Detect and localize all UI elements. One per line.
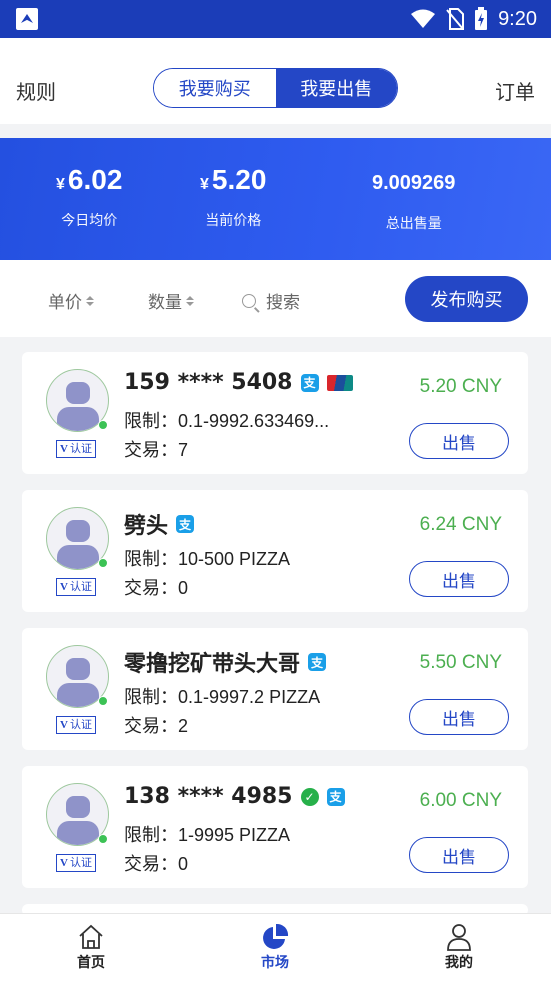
alipay-icon: 支 [308,653,327,671]
status-time: 9:20 [498,7,537,30]
online-status-dot [98,420,108,430]
trades-count: 交易：0 [124,578,189,598]
current-price-label: 当前价格 [205,213,262,229]
tab-buy[interactable]: 我要购买 [154,69,276,107]
seller-name: 劈头 支 [124,508,195,540]
sell-button[interactable]: 出售 [409,837,509,873]
search-button[interactable]: 搜索 [242,288,300,313]
list-item[interactable]: V 认证 零撸挖矿带头大哥 支 限制：0.1-9997.2 PIZZA 交易：2 … [22,628,528,750]
sort-quantity[interactable]: 数量 [148,288,194,313]
avg-price-stat: ¥6.02 今日均价 [56,164,122,230]
limit-text: 限制：1-9995 PIZZA [124,825,291,845]
sort-unit-price-label: 单价 [48,293,82,313]
user-icon [447,924,471,951]
list-item[interactable]: V 认证 劈头 支 限制：10-500 PIZZA 交易：0 6.24 CNY 出… [22,490,528,612]
sort-arrows-icon [186,295,194,306]
unit-price: 5.20 CNY [419,376,502,397]
trades-count: 交易：2 [124,716,189,736]
pie-chart-icon [263,923,289,949]
tab-home-label: 首页 [77,955,105,971]
status-bar: 9:20 [0,0,551,38]
publish-buy-button[interactable]: 发布购买 [405,276,528,322]
unit-price: 6.24 CNY [419,514,502,535]
app-notification-icon [16,8,38,30]
unit-price: 6.00 CNY [419,790,502,811]
market-stats-banner: ¥6.02 今日均价 ¥5.20 当前价格 9.009269 总出售量 [0,138,551,260]
wifi-icon [411,9,436,28]
tab-market[interactable]: 市场 [235,922,315,972]
orders-link[interactable]: 订单 [495,76,535,105]
sell-button[interactable]: 出售 [409,423,509,459]
tab-mine[interactable]: 我的 [419,922,499,972]
bottom-tab-bar: 首页 市场 我的 [0,913,551,981]
currency-symbol: ¥ [56,176,65,193]
online-status-dot [98,834,108,844]
search-icon [242,293,256,308]
limit-text: 限制：0.1-9992.633469... [124,411,330,431]
verified-badge: V 认证 [56,578,96,596]
avg-price-value: 6.02 [67,164,123,195]
alipay-icon: 支 [176,515,195,533]
unionpay-icon [326,374,353,391]
online-status-dot [98,696,108,706]
buy-sell-toggle: 我要购买 我要出售 [153,68,398,108]
home-icon [79,924,103,949]
filter-bar: 单价 数量 搜索 发布购买 [0,260,551,337]
alipay-icon: 支 [300,373,319,392]
current-price-stat: ¥5.20 当前价格 [200,164,266,230]
search-label: 搜索 [266,293,300,313]
sell-button[interactable]: 出售 [409,561,509,597]
tab-sell[interactable]: 我要出售 [275,69,397,107]
total-sold-stat: 9.009269 总出售量 [372,164,455,233]
tab-home[interactable]: 首页 [51,922,131,972]
verified-badge: V 认证 [56,716,96,734]
seller-name: 138 **** 4985 ✓ 支 [124,784,345,809]
total-sold-label: 总出售量 [385,216,442,232]
trades-count: 交易：7 [124,440,189,460]
sort-quantity-label: 数量 [148,293,182,313]
wechat-pay-icon: ✓ [300,787,319,806]
sort-arrows-icon [86,295,94,306]
verified-badge: V 认证 [56,854,96,872]
limit-text: 限制：0.1-9997.2 PIZZA [124,687,321,707]
currency-symbol: ¥ [200,176,209,193]
list-item[interactable]: V 认证 138 **** 4985 ✓ 支 限制：1-9995 PIZZA 交易… [22,766,528,888]
no-sim-icon [446,8,465,30]
total-sold-value: 9.009269 [372,172,456,194]
trades-count: 交易：0 [124,854,189,874]
current-price-value: 5.20 [211,164,267,195]
alipay-icon: 支 [326,787,345,806]
avg-price-label: 今日均价 [61,213,118,229]
seller-name: 零撸挖矿带头大哥 支 [124,646,327,678]
limit-text: 限制：10-500 PIZZA [124,549,291,569]
battery-charging-icon [475,7,488,30]
seller-name: 159 **** 5408 支 [124,370,353,395]
tab-mine-label: 我的 [445,955,473,971]
verified-badge: V 认证 [56,440,96,458]
sort-unit-price[interactable]: 单价 [48,288,94,313]
top-navigation: 规则 我要购买 我要出售 订单 [0,38,551,124]
unit-price: 5.50 CNY [419,652,502,673]
sell-button[interactable]: 出售 [409,699,509,735]
online-status-dot [98,558,108,568]
list-item[interactable]: V 认证 159 **** 5408 支 限制：0.1-9992.633469..… [22,352,528,474]
rules-link[interactable]: 规则 [16,76,56,105]
tab-market-label: 市场 [261,955,289,971]
